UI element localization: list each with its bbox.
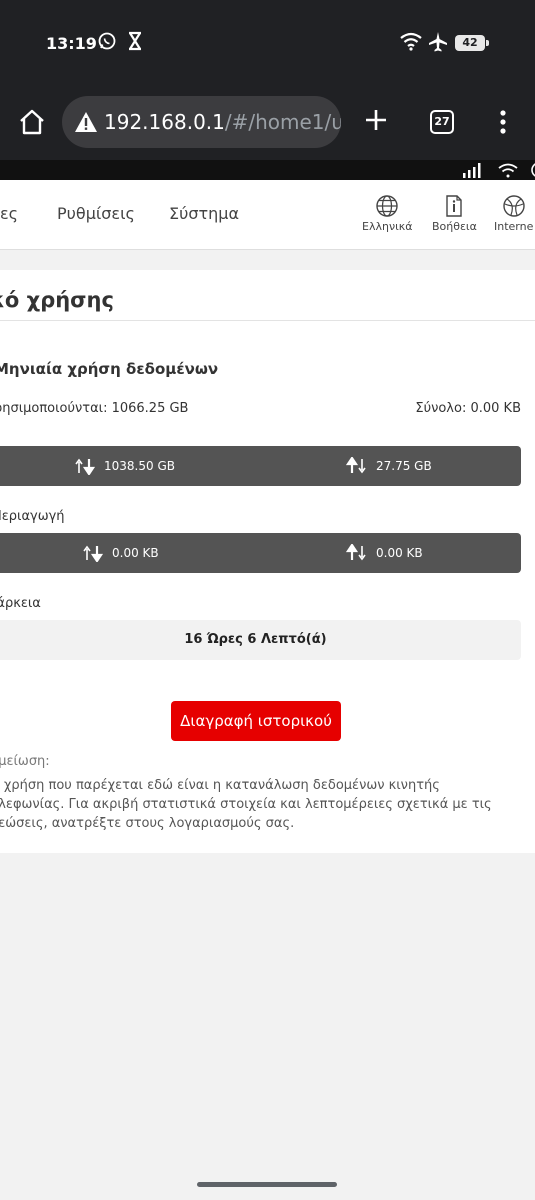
note-line-1: Η χρήση που παρέχεται εδώ είναι η κατανά… xyxy=(0,778,440,793)
url-text[interactable]: 192.168.0.1/#/home1/usa xyxy=(104,110,341,134)
not-secure-warning-icon[interactable] xyxy=(74,111,98,137)
overflow-menu-icon[interactable] xyxy=(498,108,508,140)
monthly-download-cell: 1038.50 GB xyxy=(74,457,175,475)
help-label: Βοήθεια xyxy=(432,220,477,233)
used-data-text: ρησιμοποιούνται: 1066.25 GB xyxy=(0,401,189,416)
airplane-icon xyxy=(427,31,449,57)
duration-label: ιάρκεια xyxy=(0,596,41,611)
help-document-icon xyxy=(446,195,463,217)
nav-item-partial[interactable]: ες xyxy=(0,204,18,223)
note-line-3: ρεώσεις, ανατρέξτε στους λογαριασμούς σα… xyxy=(0,816,295,831)
router-nav-bar: ες Ρυθμίσεις Σύστημα Ελληνικά Βοήθεια In… xyxy=(0,180,535,250)
signal-strength-icon xyxy=(462,162,484,182)
url-host: 192.168.0.1 xyxy=(104,110,225,134)
internet-icon xyxy=(502,195,525,217)
help-link[interactable]: Βοήθεια xyxy=(432,194,477,233)
roaming-download-value: 0.00 KB xyxy=(112,546,159,560)
web-page: ες Ρυθμίσεις Σύστημα Ελληνικά Βοήθεια In… xyxy=(0,160,535,1200)
roaming-upload-value: 0.00 KB xyxy=(376,546,423,560)
battery-icon: 42 xyxy=(455,35,489,51)
page-title: κό χρήσης xyxy=(0,288,114,312)
monthly-usage-heading: Μηνιαία χρήση δεδομένων xyxy=(0,360,219,378)
note-title: ημείωση: xyxy=(0,754,50,769)
monthly-upload-cell: 27.75 GB xyxy=(346,457,432,475)
wifi-icon xyxy=(399,31,423,55)
title-divider xyxy=(0,320,535,321)
signal-strip xyxy=(0,160,535,180)
monthly-usage-bar: 1038.50 GB 27.75 GB xyxy=(0,446,521,486)
tab-switcher-button[interactable]: 27 xyxy=(430,110,454,134)
language-label: Ελληνικά xyxy=(362,220,413,233)
monthly-upload-value: 27.75 GB xyxy=(376,459,432,473)
browser-toolbar: 192.168.0.1/#/home1/usa 27 xyxy=(0,88,535,160)
url-bar[interactable]: 192.168.0.1/#/home1/usa xyxy=(62,96,341,148)
url-path: /#/home1/usa xyxy=(224,110,341,134)
monthly-download-value: 1038.50 GB xyxy=(104,459,175,473)
upload-arrows-icon xyxy=(346,544,366,561)
home-icon[interactable] xyxy=(18,108,46,140)
wifi-status-icon xyxy=(497,162,519,182)
usage-history-card: κό χρήσης Μηνιαία χρήση δεδομένων ρησιμο… xyxy=(0,270,535,853)
total-data-text: Σύνολο: 0.00 KB xyxy=(415,401,521,416)
whatsapp-icon xyxy=(97,31,117,55)
download-arrows-icon xyxy=(75,458,96,475)
gesture-home-bar[interactable] xyxy=(197,1182,337,1187)
nav-item-system[interactable]: Σύστημα xyxy=(169,204,239,223)
upload-arrows-icon xyxy=(346,457,366,474)
duration-value: 16 Ώρες 6 Λεπτό(ά) xyxy=(0,620,521,660)
delete-history-button[interactable]: Διαγραφή ιστορικού xyxy=(171,701,341,741)
roaming-download-cell: 0.00 KB xyxy=(82,544,159,562)
roaming-upload-cell: 0.00 KB xyxy=(346,544,423,562)
connection-icon xyxy=(527,162,535,182)
hourglass-icon xyxy=(126,31,144,55)
globe-icon xyxy=(376,195,398,217)
roaming-usage-bar: 0.00 KB 0.00 KB xyxy=(0,533,521,573)
roaming-label: Περιαγωγή xyxy=(0,509,65,524)
language-selector[interactable]: Ελληνικά xyxy=(362,194,413,233)
internet-link[interactable]: Interne xyxy=(494,194,533,233)
note-line-2: ηλεφωνίας. Για ακριβή στατιστικά στοιχεί… xyxy=(0,797,492,812)
status-time: 13:19 xyxy=(46,34,97,53)
nav-item-settings[interactable]: Ρυθμίσεις xyxy=(57,204,135,223)
download-arrows-icon xyxy=(83,545,104,562)
status-bar: 13:19 42 xyxy=(0,0,535,88)
internet-label: Interne xyxy=(494,220,534,233)
new-tab-icon[interactable] xyxy=(362,106,390,138)
